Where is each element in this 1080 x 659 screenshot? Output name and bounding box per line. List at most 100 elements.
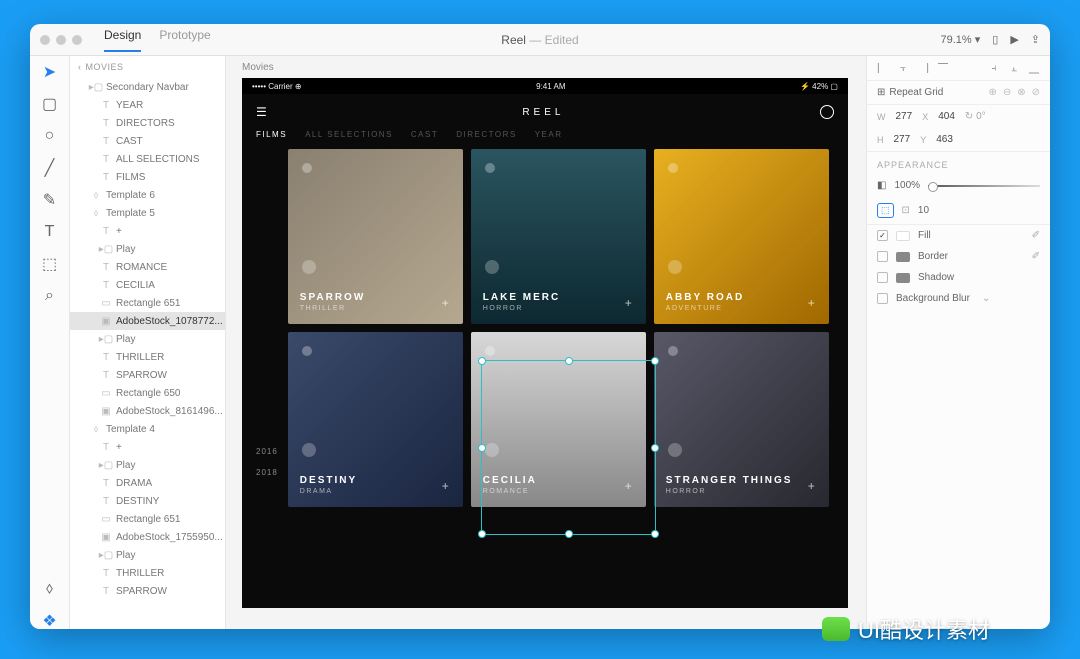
align-left-icon[interactable]: ⎸	[877, 62, 889, 74]
pen-tool[interactable]: ✎	[42, 192, 58, 208]
ellipse-tool[interactable]: ○	[42, 128, 58, 144]
device-icon[interactable]: ▯	[992, 33, 998, 46]
layers-icon[interactable]: ❖	[42, 613, 58, 629]
align-hcenter-icon[interactable]: ⫟	[897, 62, 909, 74]
y-value[interactable]: 463	[936, 134, 953, 145]
layer-item[interactable]: ▣AdobeStock_8161496...	[70, 402, 225, 420]
dist-h-icon[interactable]: ⫞	[988, 62, 1000, 74]
subtract-icon[interactable]: ⊖	[1003, 87, 1011, 98]
layer-item[interactable]: TSPARROW	[70, 582, 225, 600]
layer-item[interactable]: T+	[70, 222, 225, 240]
menu-icon[interactable]: ☰	[256, 105, 267, 119]
nav-films[interactable]: FILMS	[256, 130, 287, 139]
fill-checkbox[interactable]	[877, 230, 888, 241]
w-value[interactable]: 277	[896, 111, 913, 122]
layer-item[interactable]: ⬨Template 4	[70, 420, 225, 438]
repeat-grid-button[interactable]: ⊞ Repeat Grid	[877, 87, 943, 98]
align-vcenter-icon[interactable]: ⫠	[1008, 62, 1020, 74]
select-tool[interactable]: ➤	[42, 64, 58, 80]
profile-circle[interactable]	[820, 105, 834, 119]
assets-icon[interactable]: ⬨	[42, 581, 58, 597]
layer-item[interactable]: ▸▢Play	[70, 456, 225, 474]
layer-item[interactable]: ⬨Template 5	[70, 204, 225, 222]
canvas[interactable]: Movies ••••• Carrier ⊕ 9:41 AM ⚡ 42% ▢ ☰…	[226, 56, 866, 629]
layer-item[interactable]: T+	[70, 438, 225, 456]
intersect-icon[interactable]: ⊗	[1017, 87, 1025, 98]
layer-item[interactable]: ▸▢Play	[70, 546, 225, 564]
layer-item[interactable]: ▸▢Secondary Navbar	[70, 78, 225, 96]
eyedropper-icon[interactable]: ✐	[1032, 230, 1040, 241]
year-2018[interactable]: 2018	[256, 468, 278, 477]
layer-item[interactable]: ▭Rectangle 650	[70, 384, 225, 402]
layer-item[interactable]: TDRAMA	[70, 474, 225, 492]
nav-cast[interactable]: CAST	[411, 130, 438, 139]
artboard-tool[interactable]: ⬚	[42, 256, 58, 272]
play-icon[interactable]	[485, 443, 499, 457]
blur-checkbox[interactable]	[877, 293, 888, 304]
play-icon[interactable]: ▶	[1010, 33, 1018, 46]
line-tool[interactable]: ╱	[42, 160, 58, 176]
layer-item[interactable]: TDIRECTORS	[70, 114, 225, 132]
tab-prototype[interactable]: Prototype	[159, 28, 210, 52]
layer-item[interactable]: TTHRILLER	[70, 348, 225, 366]
layer-item[interactable]: TROMANCE	[70, 258, 225, 276]
align-top-icon[interactable]: ⎺	[937, 62, 949, 74]
layer-item[interactable]: TSPARROW	[70, 366, 225, 384]
min-dot[interactable]	[56, 35, 66, 45]
corner-each-icon[interactable]: ⊡	[902, 205, 910, 216]
zoom-tool[interactable]: ⌕	[42, 288, 58, 304]
layer-item[interactable]: ▣AdobeStock_1755950...	[70, 528, 225, 546]
movie-card[interactable]: DESTINYDRAMA+	[288, 332, 463, 507]
layer-item[interactable]: ▭Rectangle 651	[70, 294, 225, 312]
nav-directors[interactable]: DIRECTORS	[456, 130, 516, 139]
x-value[interactable]: 404	[938, 111, 955, 122]
opacity-value[interactable]: 100%	[894, 180, 920, 191]
rotate-icon[interactable]: ↻ 0°	[965, 111, 986, 122]
add-icon[interactable]: +	[442, 479, 449, 493]
layer-item[interactable]: TCECILIA	[70, 276, 225, 294]
play-icon[interactable]	[485, 260, 499, 274]
layer-item[interactable]: ▸▢Play	[70, 240, 225, 258]
shadow-swatch[interactable]	[896, 273, 910, 283]
fill-swatch[interactable]	[896, 231, 910, 241]
layers-header[interactable]: ‹ MOVIES	[70, 56, 225, 78]
nav-year[interactable]: YEAR	[535, 130, 563, 139]
layer-item[interactable]: ▣AdobeStock_1078772...	[70, 312, 225, 330]
play-icon[interactable]	[668, 443, 682, 457]
align-bottom-icon[interactable]: ⎽	[1028, 62, 1040, 74]
tab-design[interactable]: Design	[104, 28, 141, 52]
play-icon[interactable]	[668, 260, 682, 274]
layer-item[interactable]: TTHRILLER	[70, 564, 225, 582]
max-dot[interactable]	[72, 35, 82, 45]
layer-item[interactable]: TDESTINY	[70, 492, 225, 510]
play-icon[interactable]	[302, 260, 316, 274]
layer-item[interactable]: TCAST	[70, 132, 225, 150]
movie-card[interactable]: SPARROWTHRILLER+	[288, 149, 463, 324]
add-icon[interactable]: +	[808, 479, 815, 493]
layer-item[interactable]: ▭Rectangle 651	[70, 510, 225, 528]
zoom-level[interactable]: 79.1% ▾	[940, 33, 980, 46]
add-icon[interactable]: +	[625, 479, 632, 493]
add-icon[interactable]: +	[625, 296, 632, 310]
layer-item[interactable]: ⬨Template 6	[70, 186, 225, 204]
eyedropper-icon[interactable]: ✐	[1032, 251, 1040, 262]
close-dot[interactable]	[40, 35, 50, 45]
layer-item[interactable]: TYEAR	[70, 96, 225, 114]
add-icon[interactable]: +	[442, 296, 449, 310]
border-checkbox[interactable]	[877, 251, 888, 262]
movie-card[interactable]: ABBY ROADADVENTURE+	[654, 149, 829, 324]
layer-item[interactable]: TFILMS	[70, 168, 225, 186]
play-icon[interactable]	[302, 443, 316, 457]
opacity-slider[interactable]	[928, 185, 1040, 187]
add-icon[interactable]: +	[808, 296, 815, 310]
align-right-icon[interactable]: ⎹	[917, 62, 929, 74]
share-icon[interactable]: ⇪	[1031, 33, 1040, 46]
exclude-icon[interactable]: ⊘	[1032, 87, 1040, 98]
artboard-label[interactable]: Movies	[242, 62, 274, 73]
nav-all[interactable]: ALL SELECTIONS	[305, 130, 393, 139]
layer-item[interactable]: ▸▢Play	[70, 330, 225, 348]
h-value[interactable]: 277	[894, 134, 911, 145]
add-icon[interactable]: ⊕	[988, 87, 996, 98]
border-swatch[interactable]	[896, 252, 910, 262]
year-2016[interactable]: 2016	[256, 447, 278, 456]
